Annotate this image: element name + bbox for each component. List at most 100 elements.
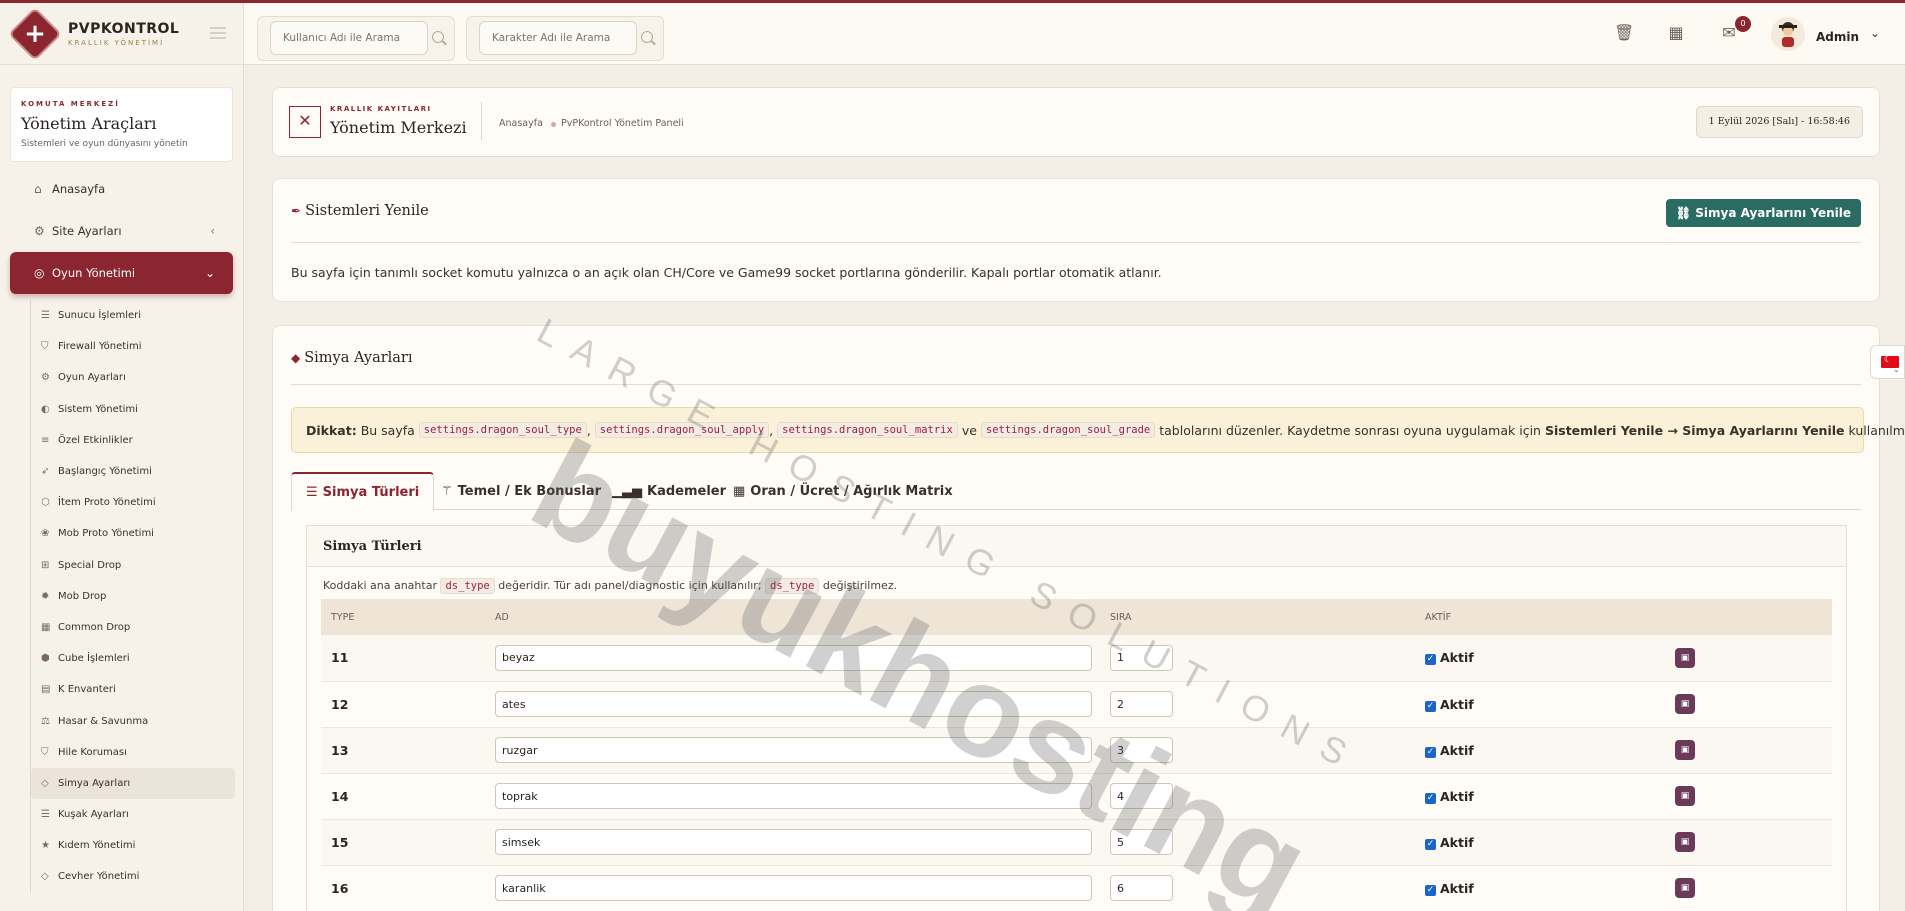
sidebar-subitem[interactable]: ❀ Mob Proto Yönetimi	[31, 518, 235, 549]
type-cell: 12	[321, 681, 485, 728]
tab-temel-ek-bonuslar[interactable]: ⚚ Temel / Ek Bonuslar	[427, 472, 615, 510]
sliders-icon: ≡	[41, 434, 50, 446]
calendar-icon[interactable]: ▦	[1666, 23, 1686, 43]
avatar[interactable]	[1771, 17, 1805, 51]
tab-simya-turleri[interactable]: ☰ Simya Türleri	[291, 472, 435, 511]
save-icon[interactable]: ▣	[1675, 647, 1695, 668]
page-title-card: ✕ KRALLIK KAYITLARI Yönetim Merkezi Anas…	[272, 87, 1880, 157]
cube-icon: ⬡	[41, 497, 50, 509]
breadcrumb-home[interactable]: Anasayfa	[499, 118, 543, 129]
chevron-down-icon[interactable]: ⌄	[1870, 26, 1880, 40]
trash-icon[interactable]: 🗑	[1614, 23, 1634, 43]
sidebar-subitem[interactable]: ◐ Sistem Yönetimi	[31, 394, 235, 425]
sidebar-subitem[interactable]: ▤ K Envanteri	[31, 674, 235, 705]
sidebar-subitem[interactable]: ✹ Mob Drop	[31, 581, 235, 612]
column-header: TYPE	[321, 599, 485, 635]
breadcrumb-current: PvPKontrol Yönetim Paneli	[561, 118, 684, 129]
name-cell	[485, 865, 1100, 911]
save-icon[interactable]: ▣	[1675, 694, 1695, 714]
sidebar-subitem[interactable]: ⬢ Cube İşlemleri	[31, 643, 235, 674]
sidebar-subitem-active[interactable]: ◇ Simya Ayarları	[31, 767, 235, 799]
menu-toggle-icon[interactable]	[210, 27, 226, 39]
user-search-input[interactable]	[270, 21, 428, 55]
order-cell	[1100, 635, 1415, 682]
active-checkbox[interactable]: ✓	[1425, 838, 1436, 850]
sidebar-subitem[interactable]: ⊞ Special Drop	[31, 550, 235, 581]
code-table: settings.dragon_soul_matrix	[777, 422, 958, 438]
gem-icon: ◇	[41, 871, 49, 883]
separator: ,	[769, 422, 774, 438]
command-center-box: KOMUTA MERKEZİ Yönetim Araçları Sistemle…	[10, 87, 233, 162]
code-table: settings.dragon_soul_type	[418, 422, 587, 438]
sidebar-subitem[interactable]: ⬡ İtem Proto Yönetimi	[31, 487, 235, 518]
sidebar-subitem[interactable]: ▦ Common Drop	[31, 612, 235, 643]
bug-icon: ✹	[41, 590, 50, 602]
panel-title: Simya Türleri	[307, 526, 1846, 567]
shield-icon: ⛉	[41, 746, 49, 758]
sidebar-item-oyun-yonetimi[interactable]: ◎ Oyun Yönetimi ⌄	[10, 252, 233, 294]
sidebar-subitem[interactable]: ★ Kıdem Yönetimi	[31, 830, 235, 861]
brand[interactable]: + PVPKONTROL KRALLIK YÖNETİMİ	[0, 3, 243, 65]
search-icon[interactable]	[432, 31, 444, 43]
table-row: 15 ✓ Aktif ▣	[321, 819, 1832, 866]
save-icon[interactable]: ▣	[1675, 832, 1695, 852]
name-input[interactable]	[495, 644, 1092, 671]
column-header: AKTİF	[1415, 599, 1665, 635]
tab-oran-ucret-matrix[interactable]: ▦ Oran / Ücret / Ağırlık Matrix	[719, 472, 967, 510]
active-checkbox[interactable]: ✓	[1425, 654, 1436, 666]
action-cell: ▣	[1665, 635, 1832, 682]
sidebar-subitem[interactable]: ≡ Özel Etkinlikler	[31, 425, 235, 456]
language-switcher[interactable]: ⌄	[1870, 345, 1905, 379]
table-row: 11 ✓ Aktif ▣	[321, 635, 1832, 682]
action-cell: ▣	[1665, 681, 1832, 728]
order-input[interactable]	[1110, 691, 1173, 717]
save-icon[interactable]: ▣	[1675, 878, 1695, 898]
order-input[interactable]	[1110, 875, 1173, 901]
name-input[interactable]	[495, 829, 1092, 855]
table-row: 14 ✓ Aktif ▣	[321, 773, 1832, 820]
table-row: 16 ✓ Aktif ▣	[321, 865, 1832, 911]
sidebar-subitem[interactable]: ☰ Sunucu İşlemleri	[31, 300, 235, 331]
sidebar-subitem[interactable]: ⛉ Firewall Yönetimi	[31, 331, 235, 362]
save-icon[interactable]: ▣	[1675, 786, 1695, 806]
sidebar-item-site-ayarlari[interactable]: ⚙ Site Ayarları ‹	[10, 210, 233, 252]
active-cell: ✓ Aktif	[1415, 865, 1665, 911]
order-input[interactable]	[1110, 783, 1173, 809]
name-input[interactable]	[495, 691, 1092, 717]
column-header: AD	[485, 599, 1100, 635]
name-cell	[485, 819, 1100, 866]
name-cell	[485, 635, 1100, 682]
gem-icon: ◇	[41, 777, 49, 789]
brand-subtitle: KRALLIK YÖNETİMİ	[68, 38, 165, 47]
active-checkbox[interactable]: ✓	[1425, 700, 1436, 712]
admin-name[interactable]: Admin	[1816, 30, 1859, 44]
search-icon[interactable]	[641, 31, 653, 43]
sidebar-subitem[interactable]: ➶ Başlangıç Yönetimi	[31, 456, 235, 487]
save-icon[interactable]: ▣	[1675, 740, 1695, 760]
sidebar-item-anasayfa[interactable]: ⌂ Anasayfa	[10, 168, 233, 210]
order-input[interactable]	[1110, 644, 1173, 671]
active-checkbox[interactable]: ✓	[1425, 884, 1436, 896]
close-icon[interactable]: ✕	[289, 106, 321, 138]
sidebar-subitem[interactable]: ⚙ Oyun Ayarları	[31, 362, 235, 393]
sidebar-item-label: Site Ayarları	[52, 224, 122, 238]
separator: ,	[586, 422, 591, 438]
refresh-simya-button[interactable]: ⛓ Simya Ayarlarını Yenile	[1665, 199, 1861, 227]
active-label: Aktif	[1440, 788, 1474, 804]
sidebar-subitem[interactable]: ⛉ Hile Koruması	[31, 737, 235, 768]
table-header-row: TYPE AD SIRA AKTİF	[321, 599, 1832, 635]
simya-types-table: TYPE AD SIRA AKTİF 11 ✓ Aktif ▣ 12	[321, 599, 1832, 911]
sidebar-subitem-label: Kuşak Ayarları	[58, 809, 129, 821]
type-cell: 14	[321, 773, 485, 820]
sidebar-subitem[interactable]: ☰ Kuşak Ayarları	[31, 799, 235, 830]
character-search-input[interactable]	[479, 21, 637, 55]
order-input[interactable]	[1110, 829, 1173, 855]
active-checkbox[interactable]: ✓	[1425, 792, 1436, 804]
active-checkbox[interactable]: ✓	[1425, 746, 1436, 758]
name-input[interactable]	[495, 875, 1092, 901]
name-input[interactable]	[495, 737, 1092, 763]
sidebar-subitem[interactable]: ◇ Cevher Yönetimi	[31, 861, 235, 892]
sidebar-subitem[interactable]: ⚖ Hasar & Savunma	[31, 705, 235, 736]
order-input[interactable]	[1110, 737, 1173, 763]
name-input[interactable]	[495, 783, 1092, 809]
